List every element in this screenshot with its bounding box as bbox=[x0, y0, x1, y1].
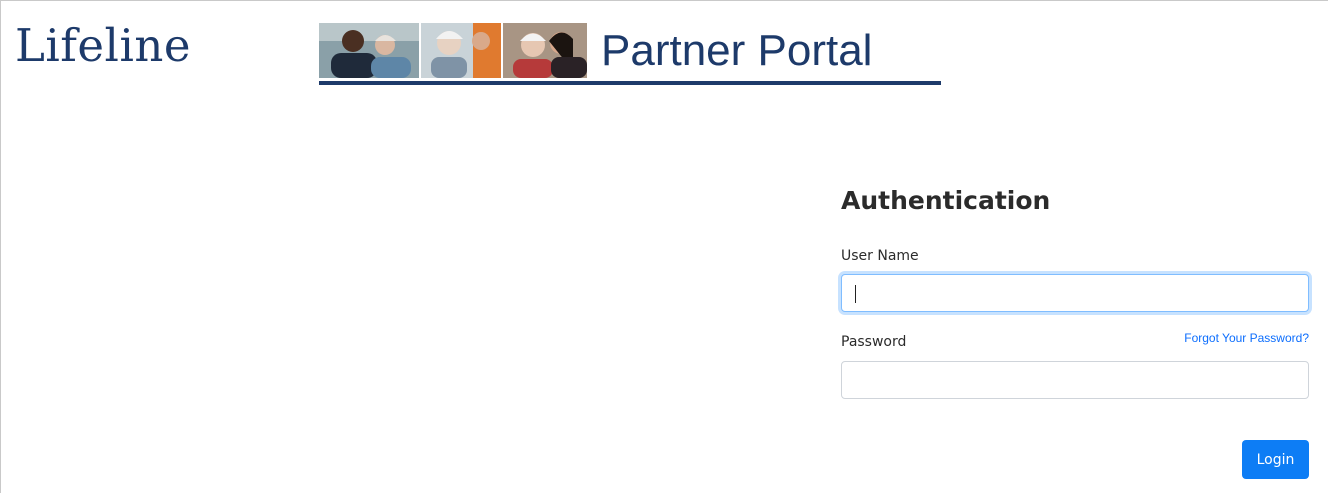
lifeline-logo: Lifeline bbox=[15, 19, 191, 72]
banner-title: Partner Portal bbox=[601, 26, 873, 75]
authentication-form: Authentication User Name Password Forgot… bbox=[841, 186, 1309, 479]
text-caret bbox=[855, 285, 856, 303]
banner-photo-couple bbox=[319, 23, 419, 78]
authentication-heading: Authentication bbox=[841, 186, 1051, 215]
password-label: Password bbox=[841, 334, 907, 350]
partner-portal-banner: Partner Portal bbox=[319, 23, 941, 86]
username-input[interactable] bbox=[841, 274, 1309, 312]
banner-underline bbox=[319, 81, 941, 85]
forgot-password-link[interactable]: Forgot Your Password? bbox=[1184, 331, 1309, 345]
banner-photo-embrace bbox=[503, 23, 587, 78]
page: Lifeline Partner Portal Authentication U… bbox=[0, 0, 1328, 493]
password-input[interactable] bbox=[841, 361, 1309, 399]
banner-photo-strip bbox=[319, 23, 587, 78]
banner-photo-seniors bbox=[421, 23, 501, 78]
username-label: User Name bbox=[841, 248, 919, 264]
login-button[interactable]: Login bbox=[1242, 440, 1309, 479]
